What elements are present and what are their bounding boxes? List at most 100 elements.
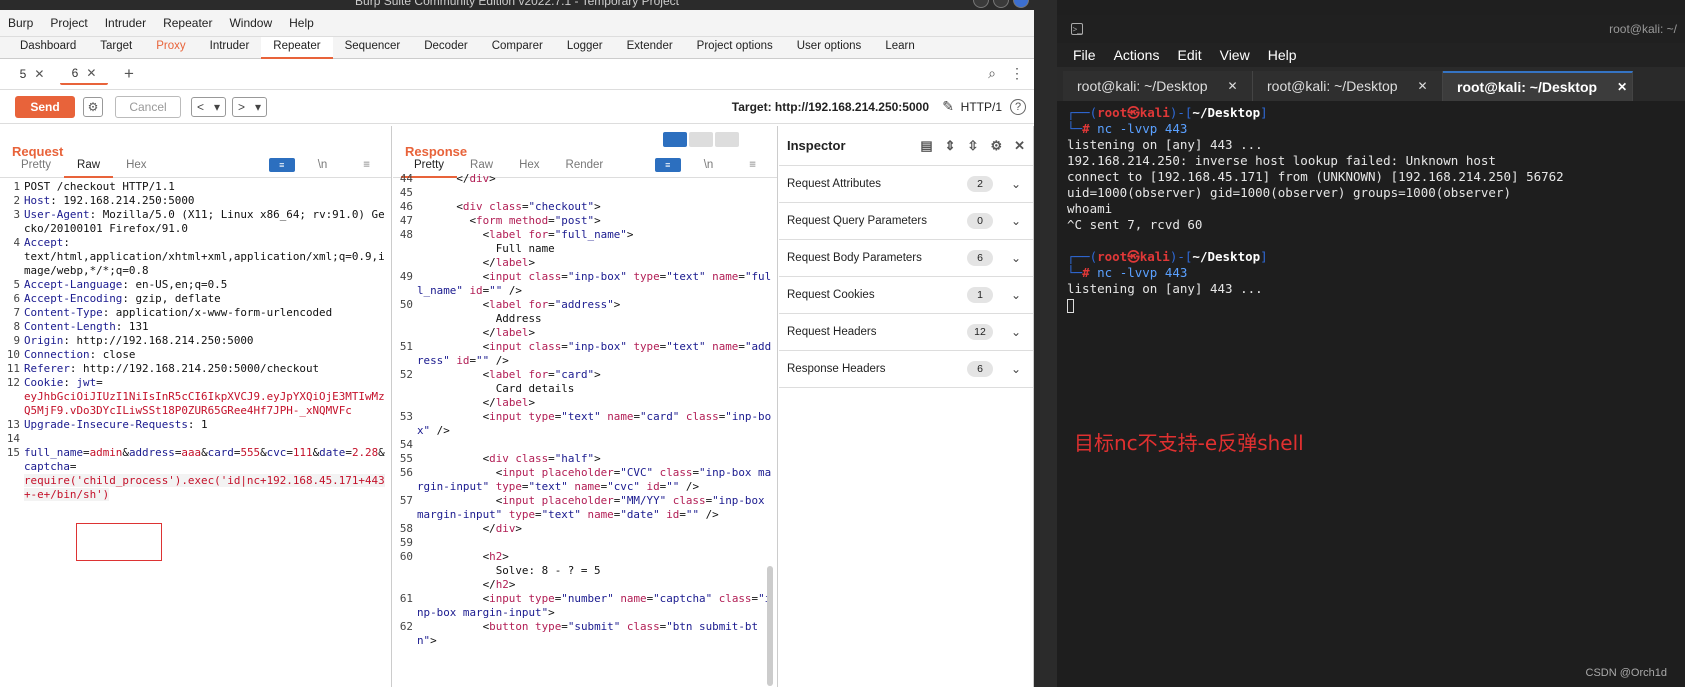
tab-pretty[interactable]: Pretty (8, 152, 64, 178)
repeater-tab-label: 5 (19, 67, 27, 81)
help-icon[interactable]: ? (1010, 98, 1026, 115)
edit-pencil-icon[interactable]: ✎ (942, 98, 954, 115)
layout-tabs-icon[interactable] (715, 132, 739, 147)
layout-split-icon[interactable] (663, 132, 687, 147)
inspector-panel: Inspector ▤ ⇕ ⇳ ⚙ ✕ Request Attributes 2 ⌄… (779, 126, 1034, 687)
inspector-row-label: Request Headers (787, 326, 877, 338)
inspector-row[interactable]: Request Cookies 1 ⌄ (779, 277, 1033, 314)
tab-hex[interactable]: Hex (113, 152, 159, 178)
tab-target[interactable]: Target (88, 37, 144, 59)
tab-dashboard[interactable]: Dashboard (8, 37, 88, 59)
menu-view[interactable]: View (1220, 47, 1250, 63)
dropdown-icon: ▾ (254, 99, 261, 114)
minimize-icon[interactable] (973, 0, 989, 8)
response-scrollbar[interactable] (767, 566, 773, 686)
newline-icon[interactable]: \n (305, 152, 341, 178)
menu-icon[interactable]: ≡ (350, 152, 383, 178)
inspector-row-label: Response Headers (787, 363, 886, 375)
http-version[interactable]: HTTP/1 (961, 100, 1002, 114)
tab-intruder[interactable]: Intruder (198, 37, 262, 59)
watermark: CSDN @Orch1d (1585, 667, 1667, 679)
menu-edit[interactable]: Edit (1177, 47, 1201, 63)
tab-repeater[interactable]: Repeater (261, 37, 333, 59)
tab-proxy[interactable]: Proxy (144, 37, 197, 59)
chevron-down-icon[interactable]: ⌄ (1011, 177, 1021, 191)
tab-user-options[interactable]: User options (785, 37, 874, 59)
cancel-button[interactable]: Cancel (115, 95, 181, 118)
layout-horizontal-icon[interactable] (689, 132, 713, 147)
forward-button[interactable]: > ▾ (232, 96, 267, 117)
request-editor[interactable]: 1 POST /checkout HTTP/1.1 2 Host: 192.168.… (0, 178, 391, 561)
chevron-down-icon[interactable]: ⌄ (1011, 288, 1021, 302)
send-button[interactable]: Send (15, 95, 75, 118)
close-icon[interactable] (1013, 0, 1029, 8)
collapse-icon[interactable]: ⇳ (968, 138, 979, 154)
layout-icon[interactable]: ▤ (920, 138, 932, 154)
menu-project[interactable]: Project (50, 16, 87, 30)
tab-logger[interactable]: Logger (555, 37, 615, 59)
terminal-tab[interactable]: root@kali: ~/Desktop ✕ (1253, 71, 1443, 101)
inspector-row[interactable]: Response Headers 6 ⌄ (779, 351, 1033, 388)
count-badge: 6 (967, 250, 993, 266)
menu-window[interactable]: Window (229, 16, 272, 30)
inspector-row-label: Request Cookies (787, 289, 875, 301)
chevron-down-icon[interactable]: ⌄ (1011, 214, 1021, 228)
target-label[interactable]: Target: http://192.168.214.250:5000 (732, 100, 929, 114)
tab-comparer[interactable]: Comparer (480, 37, 555, 59)
tab-project-options[interactable]: Project options (685, 37, 785, 59)
settings-gear-icon[interactable]: ⚙ (990, 138, 1002, 154)
inspector-row[interactable]: Request Body Parameters 6 ⌄ (779, 240, 1033, 277)
chevron-down-icon[interactable]: ⌄ (1011, 362, 1021, 376)
count-badge: 6 (967, 361, 993, 377)
tab-sequencer[interactable]: Sequencer (333, 37, 413, 59)
wrap-icon[interactable]: ≡ (268, 157, 295, 172)
repeater-tab-6[interactable]: 6 ✕ (60, 63, 108, 85)
chevron-down-icon[interactable]: ⌄ (1011, 325, 1021, 339)
close-icon[interactable]: ✕ (86, 66, 96, 80)
response-editor[interactable]: 44 </div> 45 46 <div class="checkout"> 4… (393, 170, 777, 648)
menu-help[interactable]: Help (1268, 47, 1297, 63)
repeater-tab-5[interactable]: 5 ✕ (8, 63, 56, 85)
layout-toggle[interactable] (663, 132, 739, 147)
search-icon[interactable]: ⌕ (988, 65, 996, 82)
burp-window: Burp Suite Community Edition v2022.7.1 -… (0, 0, 1034, 687)
annotation-box (76, 523, 162, 561)
menu-burp[interactable]: Burp (8, 16, 33, 30)
menu-intruder[interactable]: Intruder (105, 16, 146, 30)
menu-repeater[interactable]: Repeater (163, 16, 212, 30)
menu-file[interactable]: File (1073, 47, 1096, 63)
burp-titlebar: Burp Suite Community Edition v2022.7.1 -… (0, 0, 1034, 10)
chevron-down-icon[interactable]: ⌄ (1011, 251, 1021, 265)
inspector-row[interactable]: Request Headers 12 ⌄ (779, 314, 1033, 351)
terminal-tab-label: root@kali: ~/Desktop (1457, 79, 1598, 95)
settings-gear-icon[interactable]: ⚙ (83, 96, 103, 117)
chevron-right-icon: > (237, 99, 245, 114)
tab-raw[interactable]: Raw (64, 152, 114, 178)
close-icon[interactable]: ✕ (1617, 80, 1627, 94)
response-panel: Response Pretty Raw Hex Render ≡ \n ≡ 44 <… (393, 126, 778, 687)
inspector-row-label: Request Query Parameters (787, 215, 927, 227)
terminal-tabs: root@kali: ~/Desktop ✕ root@kali: ~/Deskt… (1057, 67, 1685, 101)
inspector-row[interactable]: Request Attributes 2 ⌄ (779, 166, 1033, 203)
back-button[interactable]: < ▾ (191, 96, 226, 117)
close-icon[interactable]: ✕ (1418, 79, 1428, 93)
close-icon[interactable]: ✕ (34, 67, 44, 81)
add-tab-icon[interactable]: + (124, 64, 134, 84)
desktop-gap (1034, 0, 1057, 687)
terminal-tab-active[interactable]: root@kali: ~/Desktop ✕ (1443, 71, 1633, 101)
annotation-note: 目标nc不支持-e反弹shell (1074, 431, 1304, 455)
menu-help[interactable]: Help (289, 16, 314, 30)
menu-actions[interactable]: Actions (1114, 47, 1160, 63)
more-icon[interactable]: ⋮ (1010, 65, 1024, 82)
maximize-icon[interactable] (993, 0, 1009, 8)
expand-icon[interactable]: ⇕ (945, 138, 956, 154)
close-icon[interactable]: ✕ (1228, 79, 1238, 93)
inspector-row[interactable]: Request Query Parameters 0 ⌄ (779, 203, 1033, 240)
tab-learn[interactable]: Learn (873, 37, 926, 59)
terminal-output[interactable]: ┌──(root㉿kali)-[~/Desktop] └─# nc -lvvp … (1057, 101, 1685, 313)
command: nc -lvvp 443 (1097, 265, 1188, 280)
close-icon[interactable]: ✕ (1014, 138, 1025, 154)
terminal-tab[interactable]: root@kali: ~/Desktop ✕ (1063, 71, 1253, 101)
tab-decoder[interactable]: Decoder (412, 37, 479, 59)
tab-extender[interactable]: Extender (615, 37, 685, 59)
